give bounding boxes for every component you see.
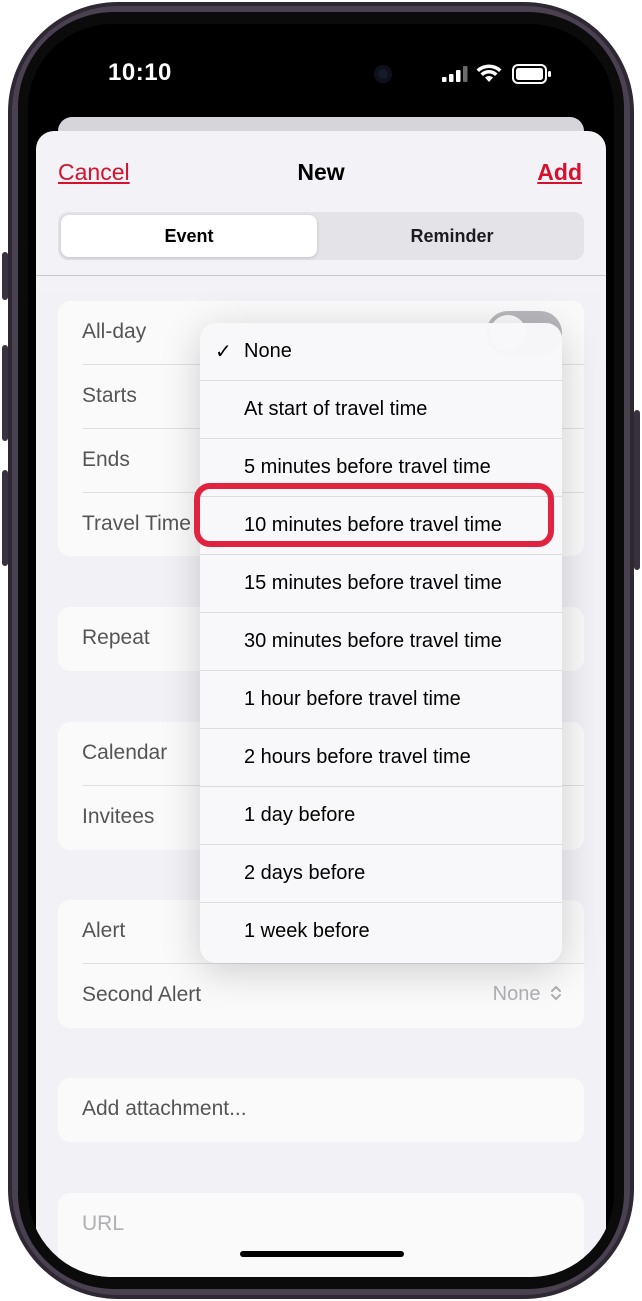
status-time: 10:10 [108, 59, 172, 86]
nav-bar: Cancel New Add [36, 131, 606, 211]
action-button [2, 252, 8, 300]
wifi-icon [476, 64, 502, 82]
menu-item[interactable]: 2 hours before travel time [200, 729, 562, 787]
menu-item-label: 2 days before [244, 862, 366, 884]
menu-item-label: 1 hour before travel time [244, 688, 461, 710]
menu-item-label: 15 minutes before travel time [244, 572, 502, 594]
menu-item-label: 1 day before [244, 804, 356, 826]
segment-reminder[interactable]: Reminder [324, 215, 580, 257]
page-title: New [297, 159, 345, 185]
segment-event[interactable]: Event [61, 215, 317, 257]
menu-item[interactable]: 1 day before [200, 787, 562, 845]
menu-item-label: 30 minutes before travel time [244, 630, 502, 652]
power-button [634, 410, 640, 570]
header-divider [36, 275, 606, 276]
home-indicator [240, 1251, 404, 1257]
volume-up-button [2, 345, 8, 441]
screen: 10:10 Cancel New Add Event Reminder All-… [28, 24, 614, 1277]
menu-item[interactable]: 1 week before [200, 903, 562, 961]
travel-time-alert-menu: ✓ None At start of travel time 5 minutes… [200, 323, 562, 963]
highlight-outline [194, 483, 554, 547]
checkmark-icon: ✓ [215, 341, 232, 363]
menu-item[interactable]: 15 minutes before travel time [200, 555, 562, 613]
status-icons [442, 62, 562, 86]
new-event-sheet: Cancel New Add Event Reminder All-day St… [36, 131, 606, 1277]
menu-item-highlighted[interactable]: 30 minutes before travel time [200, 613, 562, 671]
front-camera [374, 65, 392, 83]
cellular-signal-icon [442, 66, 468, 82]
add-button[interactable]: Add [537, 159, 582, 186]
menu-item-label: At start of travel time [244, 398, 428, 420]
menu-item[interactable]: At start of travel time [200, 381, 562, 439]
menu-item-label: 5 minutes before travel time [244, 456, 491, 478]
menu-item[interactable]: 1 hour before travel time [200, 671, 562, 729]
menu-item-label: 2 hours before travel time [244, 746, 471, 768]
menu-item-label: None [244, 340, 292, 362]
menu-item-label: 1 week before [244, 920, 370, 942]
menu-item[interactable]: 2 days before [200, 845, 562, 903]
battery-icon [512, 64, 551, 84]
event-reminder-segmented-control: Event Reminder [58, 212, 584, 260]
volume-down-button [2, 470, 8, 566]
menu-item[interactable]: ✓ None [200, 323, 562, 381]
